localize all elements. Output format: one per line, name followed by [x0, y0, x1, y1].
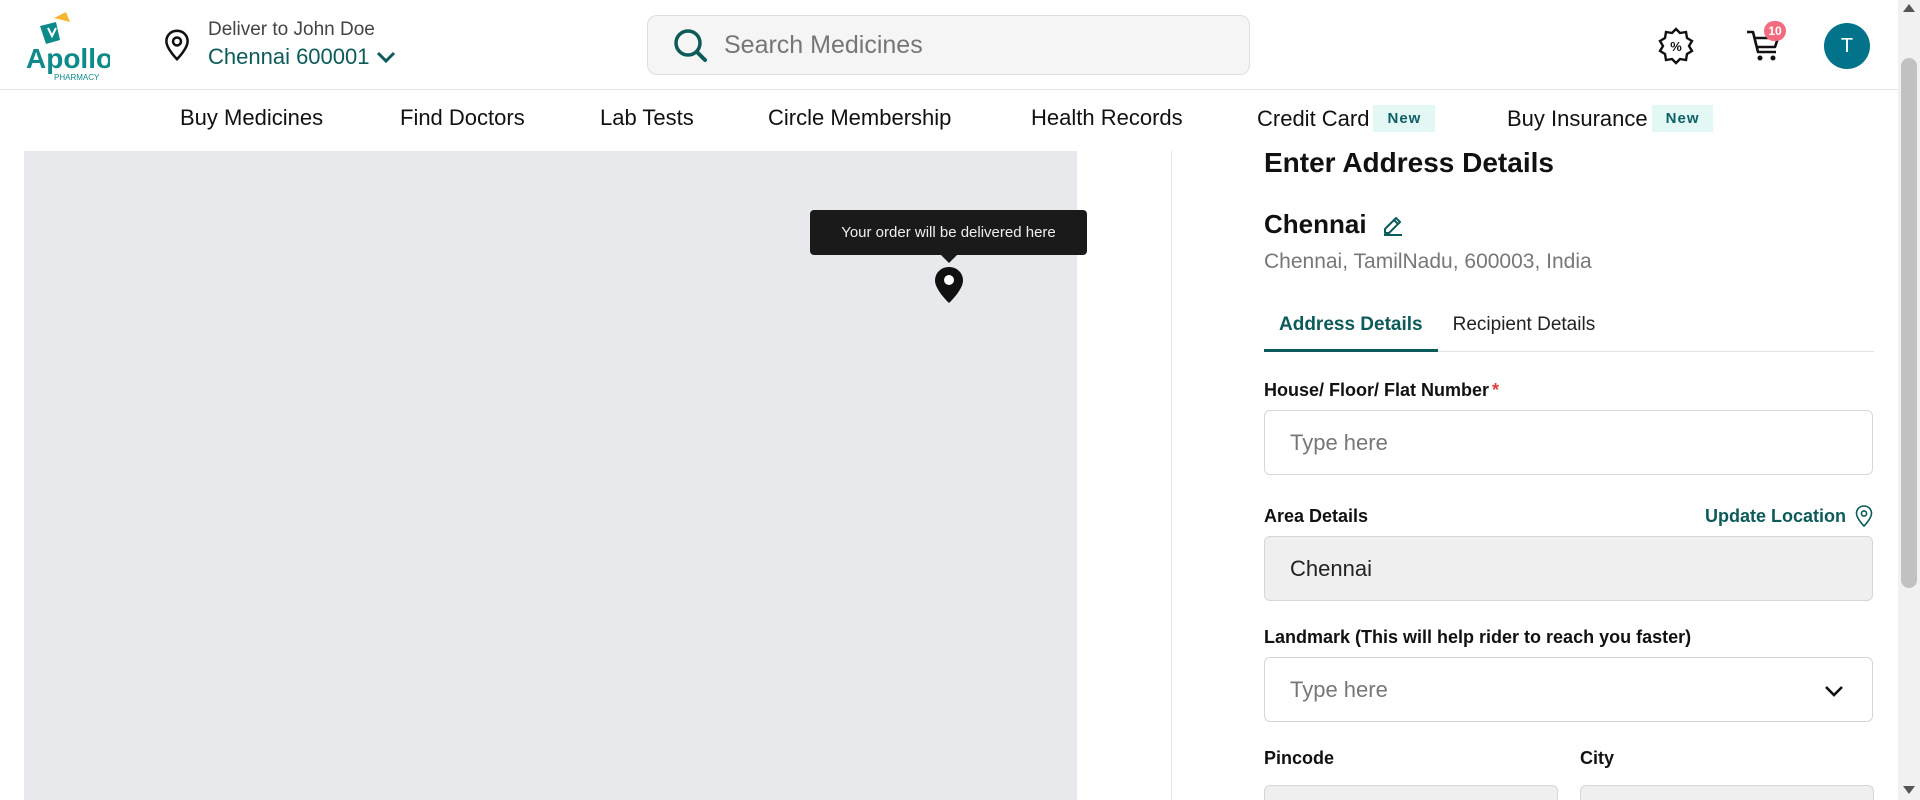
house-field-group: House/ Floor/ Flat Number * Type here [1264, 380, 1874, 475]
city-field-label: City [1580, 748, 1615, 768]
apollo-logo[interactable]: Apollo PHARMACY [26, 10, 110, 82]
vertical-divider [1171, 151, 1172, 800]
landmark-field-group: Landmark (This will help rider to reach … [1264, 627, 1874, 722]
pincode-field-group: Pincode [1264, 748, 1558, 800]
address-tabs: Address Details Recipient Details [1264, 300, 1874, 352]
logo-brand-text: Apollo [26, 43, 110, 74]
nav-item-label: Buy Medicines [180, 105, 324, 130]
pincode-city-row: Pincode City [1264, 748, 1874, 800]
update-location-text: Update Location [1704, 505, 1846, 526]
landmark-field-label: Landmark (This will help rider to reach … [1264, 627, 1692, 647]
city-field-group: City [1580, 748, 1874, 800]
nav-item-label: Circle Membership [768, 105, 952, 130]
address-panel: Enter Address Details Chennai Chennai, T… [1264, 145, 1874, 800]
pincode-input[interactable] [1264, 785, 1558, 800]
nav-item-health-records[interactable]: Health Records [1031, 105, 1183, 131]
chevron-down-icon [1825, 686, 1843, 697]
pincode-field-label: Pincode [1264, 748, 1335, 768]
scroll-down-arrow[interactable] [1903, 786, 1915, 794]
landmark-placeholder: Type here [1290, 676, 1388, 702]
delivery-tooltip: Your order will be delivered here [810, 210, 1087, 255]
new-badge: New [1373, 105, 1436, 132]
nav-item-circle-membership[interactable]: Circle Membership [768, 105, 951, 131]
cart-count-badge: 10 [1764, 21, 1786, 41]
deliver-to-label: Deliver to John Doe [208, 19, 375, 40]
house-number-input[interactable]: Type here [1264, 410, 1873, 475]
deliver-location-selector[interactable]: Deliver to John Doe Chennai 600001 [160, 18, 397, 72]
logo-sub-text: PHARMACY [54, 73, 100, 82]
area-details-input[interactable]: Chennai [1264, 536, 1873, 601]
house-label-text: House/ Floor/ Flat Number [1264, 380, 1490, 400]
nav-item-label: Lab Tests [600, 105, 694, 130]
map-marker-icon[interactable] [934, 266, 964, 304]
main-nav: Buy Medicines Find Doctors Lab Tests Cir… [0, 91, 1898, 149]
update-location-link[interactable]: Update Location [1705, 505, 1874, 527]
city-row: Chennai [1264, 209, 1874, 240]
tab-recipient-details[interactable]: Recipient Details [1438, 300, 1611, 352]
nav-item-label: Buy Insurance [1507, 105, 1648, 131]
required-asterisk: * [1492, 380, 1500, 400]
deliver-text: Deliver to John Doe Chennai 600001 [208, 18, 397, 72]
city-name: Chennai [1264, 209, 1367, 239]
area-field-label: Area Details [1264, 505, 1369, 526]
svg-text:%: % [1670, 39, 1682, 54]
scroll-up-arrow[interactable] [1903, 4, 1915, 12]
page-title: Enter Address Details [1264, 147, 1554, 178]
area-field-header: Area Details Update Location [1264, 505, 1874, 527]
tab-address-details[interactable]: Address Details [1264, 300, 1438, 352]
nav-item-label: Credit Card [1257, 105, 1370, 131]
deliver-location-text: Chennai 600001 [208, 44, 370, 69]
landmark-select[interactable]: Type here [1264, 657, 1873, 722]
location-pin-icon [165, 29, 189, 61]
new-badge: New [1651, 105, 1714, 132]
nav-item-buy-medicines[interactable]: Buy Medicines [180, 105, 323, 131]
area-input-value: Chennai [1290, 555, 1372, 581]
chevron-down-icon [377, 51, 396, 64]
area-field-group: Area Details Update Location Chennai [1264, 505, 1874, 601]
nav-item-find-doctors[interactable]: Find Doctors [400, 105, 525, 131]
city-input[interactable] [1580, 785, 1874, 800]
edit-pencil-icon[interactable] [1381, 213, 1405, 237]
page-scrollbar[interactable] [1898, 0, 1920, 800]
full-address: Chennai, TamilNadu, 600003, India [1264, 250, 1592, 273]
nav-item-credit-card[interactable]: Credit Card New [1257, 105, 1436, 132]
house-input-placeholder: Type here [1290, 429, 1388, 455]
search-bar[interactable] [647, 15, 1250, 75]
search-icon [674, 29, 707, 62]
nav-item-lab-tests[interactable]: Lab Tests [600, 105, 694, 131]
house-field-label: House/ Floor/ Flat Number * [1264, 380, 1874, 401]
scroll-thumb[interactable] [1901, 58, 1917, 588]
nav-item-label: Health Records [1031, 105, 1183, 130]
page: Apollo PHARMACY Deliver to John Doe Chen… [0, 0, 1920, 800]
search-input[interactable] [724, 30, 1204, 60]
user-avatar[interactable]: T [1824, 23, 1870, 69]
offers-percent-icon[interactable]: % [1656, 26, 1696, 66]
deliver-location-value[interactable]: Chennai 600001 [208, 42, 397, 72]
top-header: Apollo PHARMACY Deliver to John Doe Chen… [0, 0, 1898, 90]
tooltip-arrow [940, 254, 958, 263]
location-pin-icon [1855, 505, 1873, 527]
nav-item-buy-insurance[interactable]: Buy Insurance New [1507, 105, 1714, 132]
nav-item-label: Find Doctors [400, 105, 525, 130]
